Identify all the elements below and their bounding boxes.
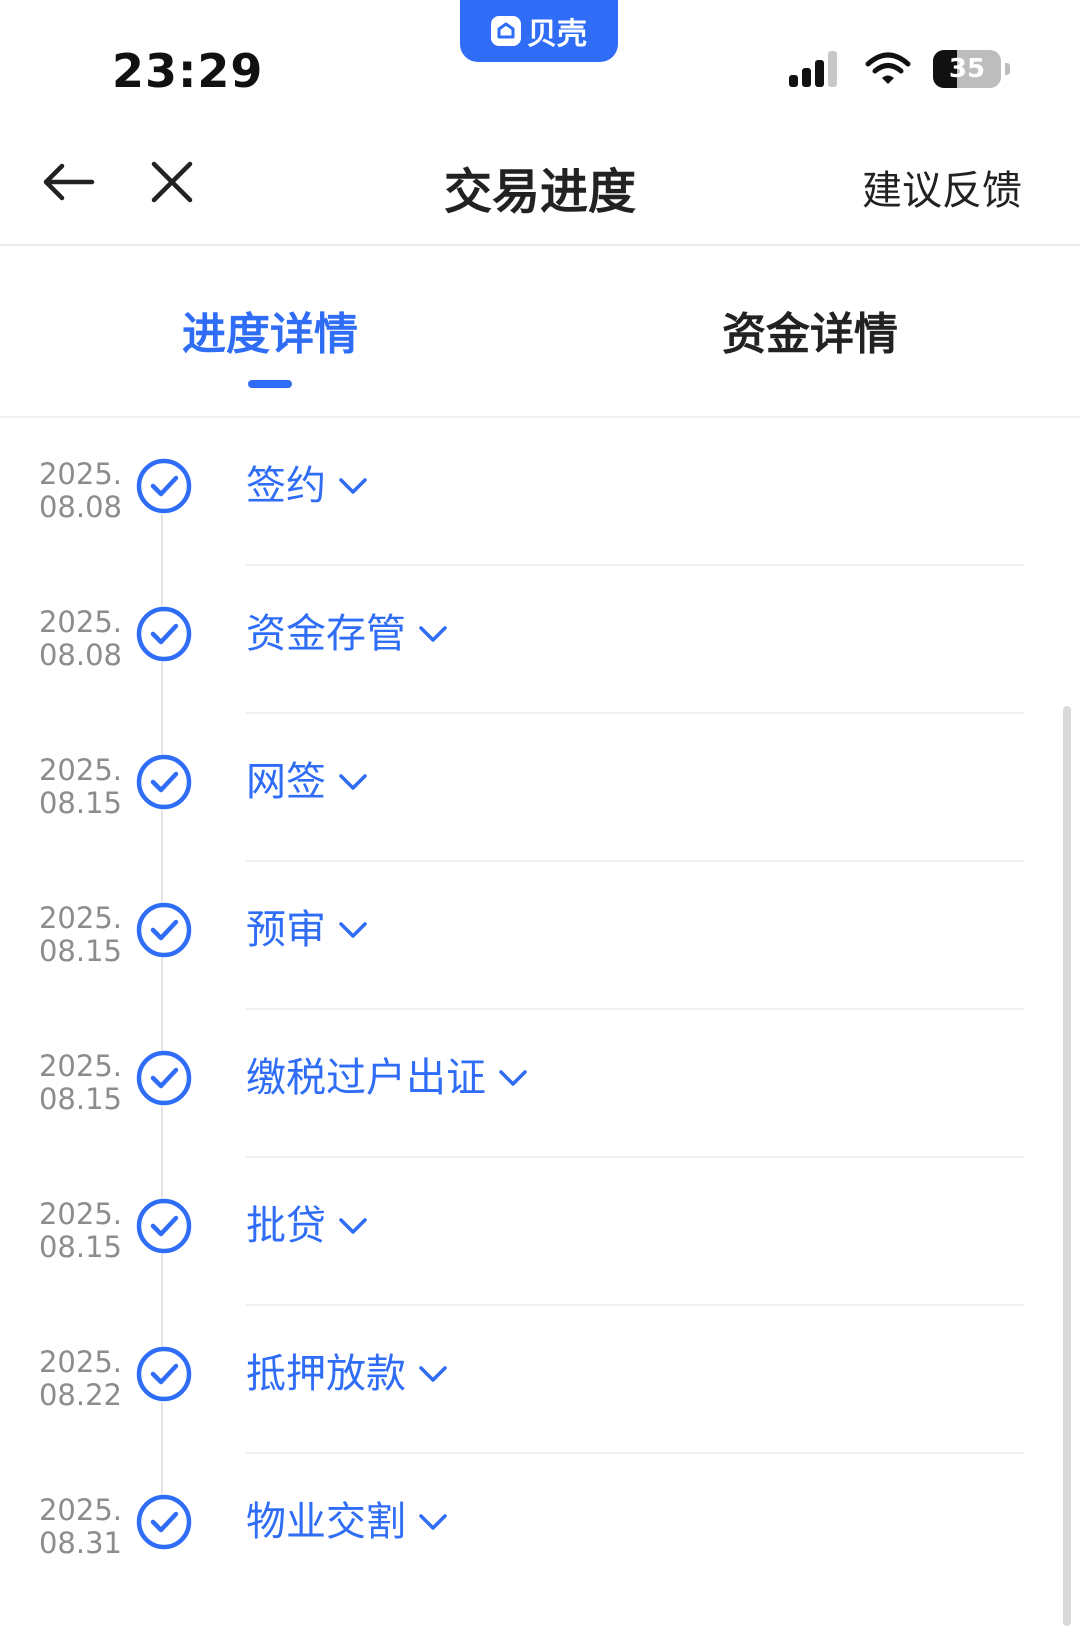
feedback-button[interactable]: 建议反馈 bbox=[862, 158, 1022, 216]
timeline-step[interactable]: 2025. 08.15 网签 bbox=[0, 714, 1080, 862]
step-title[interactable]: 物业交割 bbox=[246, 1494, 448, 1550]
check-circle-icon bbox=[136, 458, 192, 514]
step-date: 2025. 08.15 bbox=[38, 901, 122, 968]
check-circle-icon bbox=[136, 1050, 192, 1106]
timeline-step[interactable]: 2025. 08.15 预审 bbox=[0, 862, 1080, 1010]
status-icons: 35 bbox=[789, 50, 1010, 88]
step-title[interactable]: 批贷 bbox=[246, 1198, 368, 1254]
step-date: 2025. 08.15 bbox=[38, 1197, 122, 1264]
battery-icon: 35 bbox=[933, 50, 1001, 88]
chevron-down-icon bbox=[499, 1070, 527, 1086]
timeline-step[interactable]: 2025. 08.15 缴税过户出证 bbox=[0, 1010, 1080, 1158]
tab-bar: 进度详情 资金详情 bbox=[0, 246, 1080, 418]
cellular-signal-icon bbox=[789, 51, 837, 87]
step-date: 2025. 08.08 bbox=[38, 605, 122, 672]
step-date: 2025. 08.15 bbox=[38, 1049, 122, 1116]
battery-level: 35 bbox=[948, 54, 986, 84]
wifi-icon bbox=[865, 52, 911, 84]
nav-bar: 交易进度 建议反馈 bbox=[0, 120, 1080, 246]
step-date: 2025. 08.15 bbox=[38, 753, 122, 820]
battery-tip bbox=[1005, 63, 1010, 75]
step-title[interactable]: 资金存管 bbox=[246, 606, 448, 662]
check-circle-icon bbox=[136, 902, 192, 958]
active-tab-indicator bbox=[248, 380, 292, 388]
check-circle-icon bbox=[136, 1346, 192, 1402]
chevron-down-icon bbox=[339, 478, 367, 494]
timeline-step[interactable]: 2025. 08.22 抵押放款 bbox=[0, 1306, 1080, 1454]
check-circle-icon bbox=[136, 1494, 192, 1550]
step-date: 2025. 08.22 bbox=[38, 1345, 122, 1412]
timeline-step[interactable]: 2025. 08.15 批贷 bbox=[0, 1158, 1080, 1306]
chevron-down-icon bbox=[419, 626, 447, 642]
chevron-down-icon bbox=[339, 922, 367, 938]
step-title[interactable]: 缴税过户出证 bbox=[246, 1050, 528, 1106]
tab-funds-details[interactable]: 资金详情 bbox=[722, 298, 898, 362]
chevron-down-icon bbox=[419, 1366, 447, 1382]
step-date: 2025. 08.08 bbox=[38, 457, 122, 524]
step-title[interactable]: 抵押放款 bbox=[246, 1346, 448, 1402]
timeline-step[interactable]: 2025. 08.08 签约 bbox=[0, 418, 1080, 566]
step-title[interactable]: 签约 bbox=[246, 458, 368, 514]
app-return-label: 贝壳 bbox=[527, 17, 587, 52]
check-circle-icon bbox=[136, 606, 192, 662]
step-title[interactable]: 预审 bbox=[246, 902, 368, 958]
step-title[interactable]: 网签 bbox=[246, 754, 368, 810]
status-time: 23:29 bbox=[112, 44, 264, 98]
timeline-step[interactable]: 2025. 08.08 资金存管 bbox=[0, 566, 1080, 714]
tab-progress-details[interactable]: 进度详情 bbox=[182, 298, 358, 362]
chevron-down-icon bbox=[339, 1218, 367, 1234]
status-bar: 23:29 贝壳 35 bbox=[0, 0, 1080, 120]
step-date: 2025. 08.31 bbox=[38, 1493, 122, 1560]
check-circle-icon bbox=[136, 1198, 192, 1254]
chevron-down-icon bbox=[339, 774, 367, 790]
timeline-step[interactable]: 2025. 08.31 物业交割 bbox=[0, 1454, 1080, 1602]
app-return-pill[interactable]: 贝壳 bbox=[460, 0, 618, 62]
beike-logo-icon bbox=[491, 16, 521, 46]
scrollbar[interactable] bbox=[1063, 706, 1071, 1626]
check-circle-icon bbox=[136, 754, 192, 810]
chevron-down-icon bbox=[419, 1514, 447, 1530]
